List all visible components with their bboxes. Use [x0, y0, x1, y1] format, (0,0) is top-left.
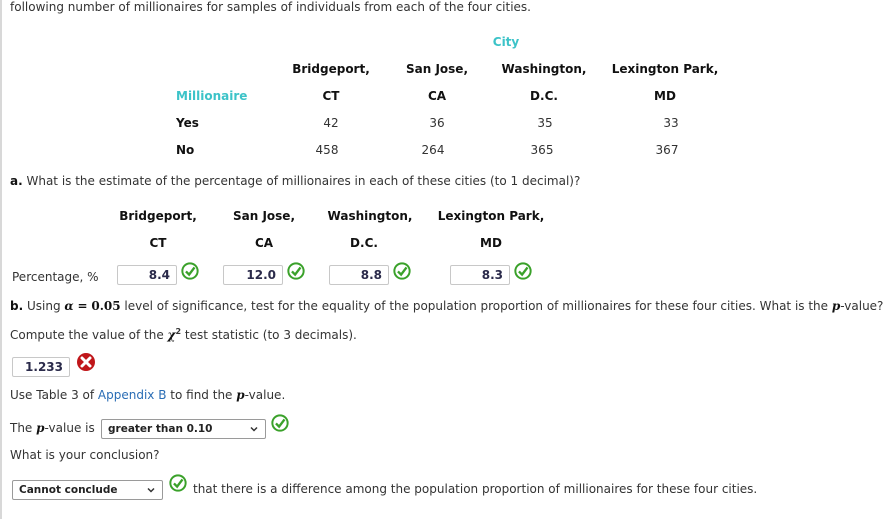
a-col-washington-line2: D.C. — [350, 236, 378, 250]
a-col-lexington-line2: MD — [480, 236, 502, 250]
correct-check-icon — [287, 262, 305, 280]
alpha-value: 0.05 — [91, 299, 121, 313]
cell-yes-washington: 35 — [537, 116, 553, 130]
correct-check-icon — [169, 474, 187, 492]
col-header-washington-line2: D.C. — [530, 89, 558, 103]
pvalue-select[interactable]: greater than 0.10 — [101, 419, 266, 439]
correct-check-icon — [271, 414, 289, 432]
cell-yes-lexington: 33 — [663, 116, 679, 130]
correct-check-icon — [514, 262, 532, 280]
part-b-text-using: Using — [26, 299, 61, 313]
col-header-sanjose-line1: San Jose, — [405, 62, 469, 76]
row-label-yes: Yes — [176, 116, 199, 130]
table-mid: to find the — [170, 388, 233, 402]
col-header-lexington-line2: MD — [654, 89, 676, 103]
row-label-no: No — [176, 143, 195, 157]
col-header-washington-line1: Washington, — [501, 62, 587, 76]
row-header-label: Millionaire — [176, 89, 248, 103]
conclusion-selected: Cannot conclude — [19, 484, 118, 496]
appendix-b-link[interactable]: Appendix B — [98, 388, 167, 402]
compute-suffix: test statistic (to 3 decimals). — [184, 328, 357, 342]
pvalue-prefix: The — [10, 421, 33, 435]
table-prefix: Use Table 3 of — [10, 388, 95, 402]
part-b-text-rest: level of significance, test for the equa… — [124, 299, 829, 313]
cell-no-lexington: 367 — [655, 143, 679, 157]
a-col-lexington-line1: Lexington Park, — [437, 209, 545, 223]
part-a-question: a. What is the estimate of the percentag… — [10, 174, 580, 188]
chevron-down-icon — [147, 487, 155, 493]
conclusion-suffix: that there is a difference among the pop… — [193, 482, 758, 496]
part-b-label: b. — [10, 299, 24, 313]
p-symbol: p — [236, 388, 245, 402]
cell-no-washington: 365 — [530, 143, 554, 157]
part-b-question: b. Using α = 0.05 level of significance,… — [10, 299, 883, 313]
a-col-bridgeport-line1: Bridgeport, — [119, 209, 197, 223]
incorrect-x-icon — [77, 353, 95, 371]
a-col-washington-line1: Washington, — [327, 209, 413, 223]
city-group-header: City — [492, 35, 520, 49]
conclusion-question: What is your conclusion? — [10, 448, 160, 462]
a-col-sanjose-line2: CA — [254, 236, 274, 250]
correct-check-icon — [393, 262, 411, 280]
col-header-bridgeport-line1: Bridgeport, — [292, 62, 370, 76]
intro-text: following number of millionaires for sam… — [10, 0, 531, 14]
pvalue-prompt: The p-value is — [10, 421, 95, 435]
equals-sign: = — [77, 299, 88, 313]
left-border — [0, 0, 2, 519]
chi-superscript: 2 — [175, 327, 182, 336]
part-a-label: a. — [10, 174, 23, 188]
percentage-input-sanjose[interactable]: 12.0 — [223, 265, 283, 285]
percentage-input-washington[interactable]: 8.8 — [329, 265, 389, 285]
part-b-text-end: -value? — [840, 299, 884, 313]
p-symbol: p — [36, 421, 45, 435]
p-symbol: p — [831, 299, 841, 313]
cell-yes-bridgeport: 42 — [323, 116, 339, 130]
col-header-lexington-line1: Lexington Park, — [611, 62, 719, 76]
conclusion-select[interactable]: Cannot conclude — [12, 480, 163, 500]
pvalue-mid: -value is — [44, 421, 95, 435]
percentage-input-lexington[interactable]: 8.3 — [450, 265, 510, 285]
cell-no-bridgeport: 458 — [315, 143, 339, 157]
table-instruction: Use Table 3 of Appendix B to find the p-… — [10, 388, 285, 402]
compute-chi-square-prompt: Compute the value of the χ2 test statist… — [10, 327, 357, 342]
cell-no-sanjose: 264 — [421, 143, 445, 157]
part-a-text: What is the estimate of the percentage o… — [26, 174, 581, 188]
chi-square-input[interactable]: 1.233 — [12, 357, 70, 377]
pvalue-selected: greater than 0.10 — [108, 423, 213, 435]
chevron-down-icon — [250, 426, 258, 432]
cell-yes-sanjose: 36 — [429, 116, 445, 130]
col-header-sanjose-line2: CA — [427, 89, 447, 103]
percentage-input-bridgeport[interactable]: 8.4 — [117, 265, 177, 285]
correct-check-icon — [181, 262, 199, 280]
a-col-bridgeport-line2: CT — [149, 236, 167, 250]
table-suffix: -value. — [244, 388, 286, 402]
percentage-row-label: Percentage, % — [12, 270, 99, 284]
a-col-sanjose-line1: San Jose, — [232, 209, 296, 223]
alpha-symbol: α — [64, 299, 74, 313]
compute-prefix: Compute the value of the — [10, 328, 164, 342]
col-header-bridgeport-line2: CT — [322, 89, 340, 103]
